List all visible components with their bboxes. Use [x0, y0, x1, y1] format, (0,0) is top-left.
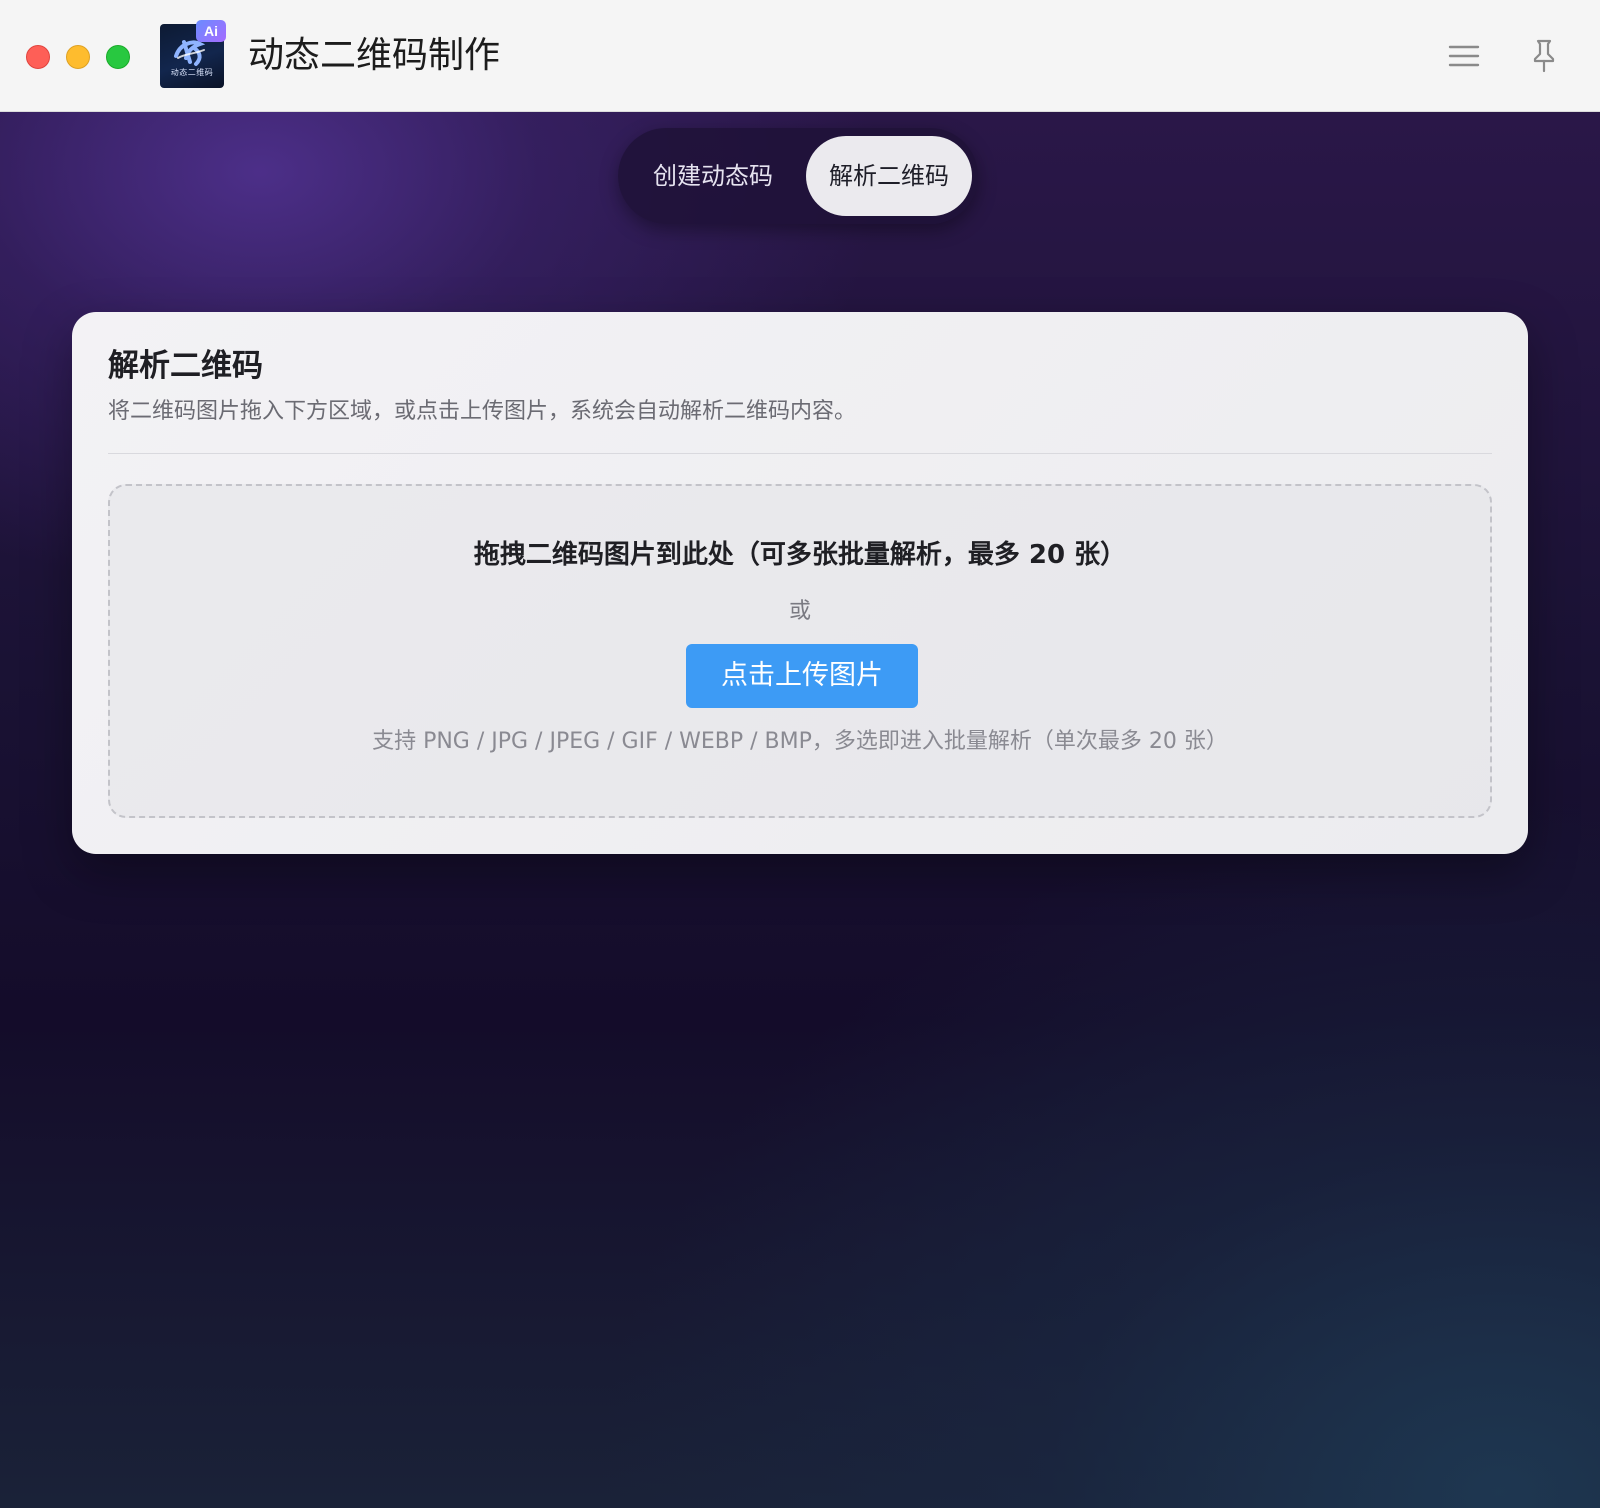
- dropzone-format-hint: 支持 PNG / JPG / JPEG / GIF / WEBP / BMP，多…: [372, 729, 1228, 754]
- app-logo: 动态二维码 Ai: [160, 20, 226, 88]
- menu-icon[interactable]: [1446, 38, 1482, 74]
- pin-icon[interactable]: [1526, 38, 1562, 74]
- card-divider: [108, 453, 1492, 454]
- minimize-window-button[interactable]: [66, 45, 90, 69]
- title-bar: 动态二维码 Ai 动态二维码制作: [0, 0, 1600, 112]
- image-dropzone[interactable]: 拖拽二维码图片到此处（可多张批量解析，最多 20 张） 或 点击上传图片 支持 …: [108, 484, 1492, 818]
- upload-image-button[interactable]: 点击上传图片: [686, 644, 918, 708]
- card-title: 解析二维码: [108, 348, 263, 384]
- tab-parse-qr-code[interactable]: 解析二维码: [806, 136, 972, 216]
- dropzone-title: 拖拽二维码图片到此处（可多张批量解析，最多 20 张）: [473, 540, 1127, 570]
- app-window: 动态二维码 Ai 动态二维码制作 创建动态码 解析二维码 解析二维码 将二维码图…: [0, 0, 1600, 1508]
- logo-caption: 动态二维码: [170, 68, 214, 77]
- parse-card: 解析二维码 将二维码图片拖入下方区域，或点击上传图片，系统会自动解析二维码内容。…: [72, 312, 1528, 854]
- ai-badge: Ai: [196, 20, 226, 42]
- dropzone-or-text: 或: [788, 599, 811, 624]
- card-description: 将二维码图片拖入下方区域，或点击上传图片，系统会自动解析二维码内容。: [108, 399, 857, 424]
- maximize-window-button[interactable]: [106, 45, 130, 69]
- mode-tab-switch: 创建动态码 解析二维码: [618, 128, 978, 224]
- tab-create-dynamic-code[interactable]: 创建动态码: [626, 136, 800, 216]
- close-window-button[interactable]: [26, 45, 50, 69]
- main-content: 创建动态码 解析二维码 解析二维码 将二维码图片拖入下方区域，或点击上传图片，系…: [0, 112, 1600, 1508]
- app-title: 动态二维码制作: [248, 35, 501, 76]
